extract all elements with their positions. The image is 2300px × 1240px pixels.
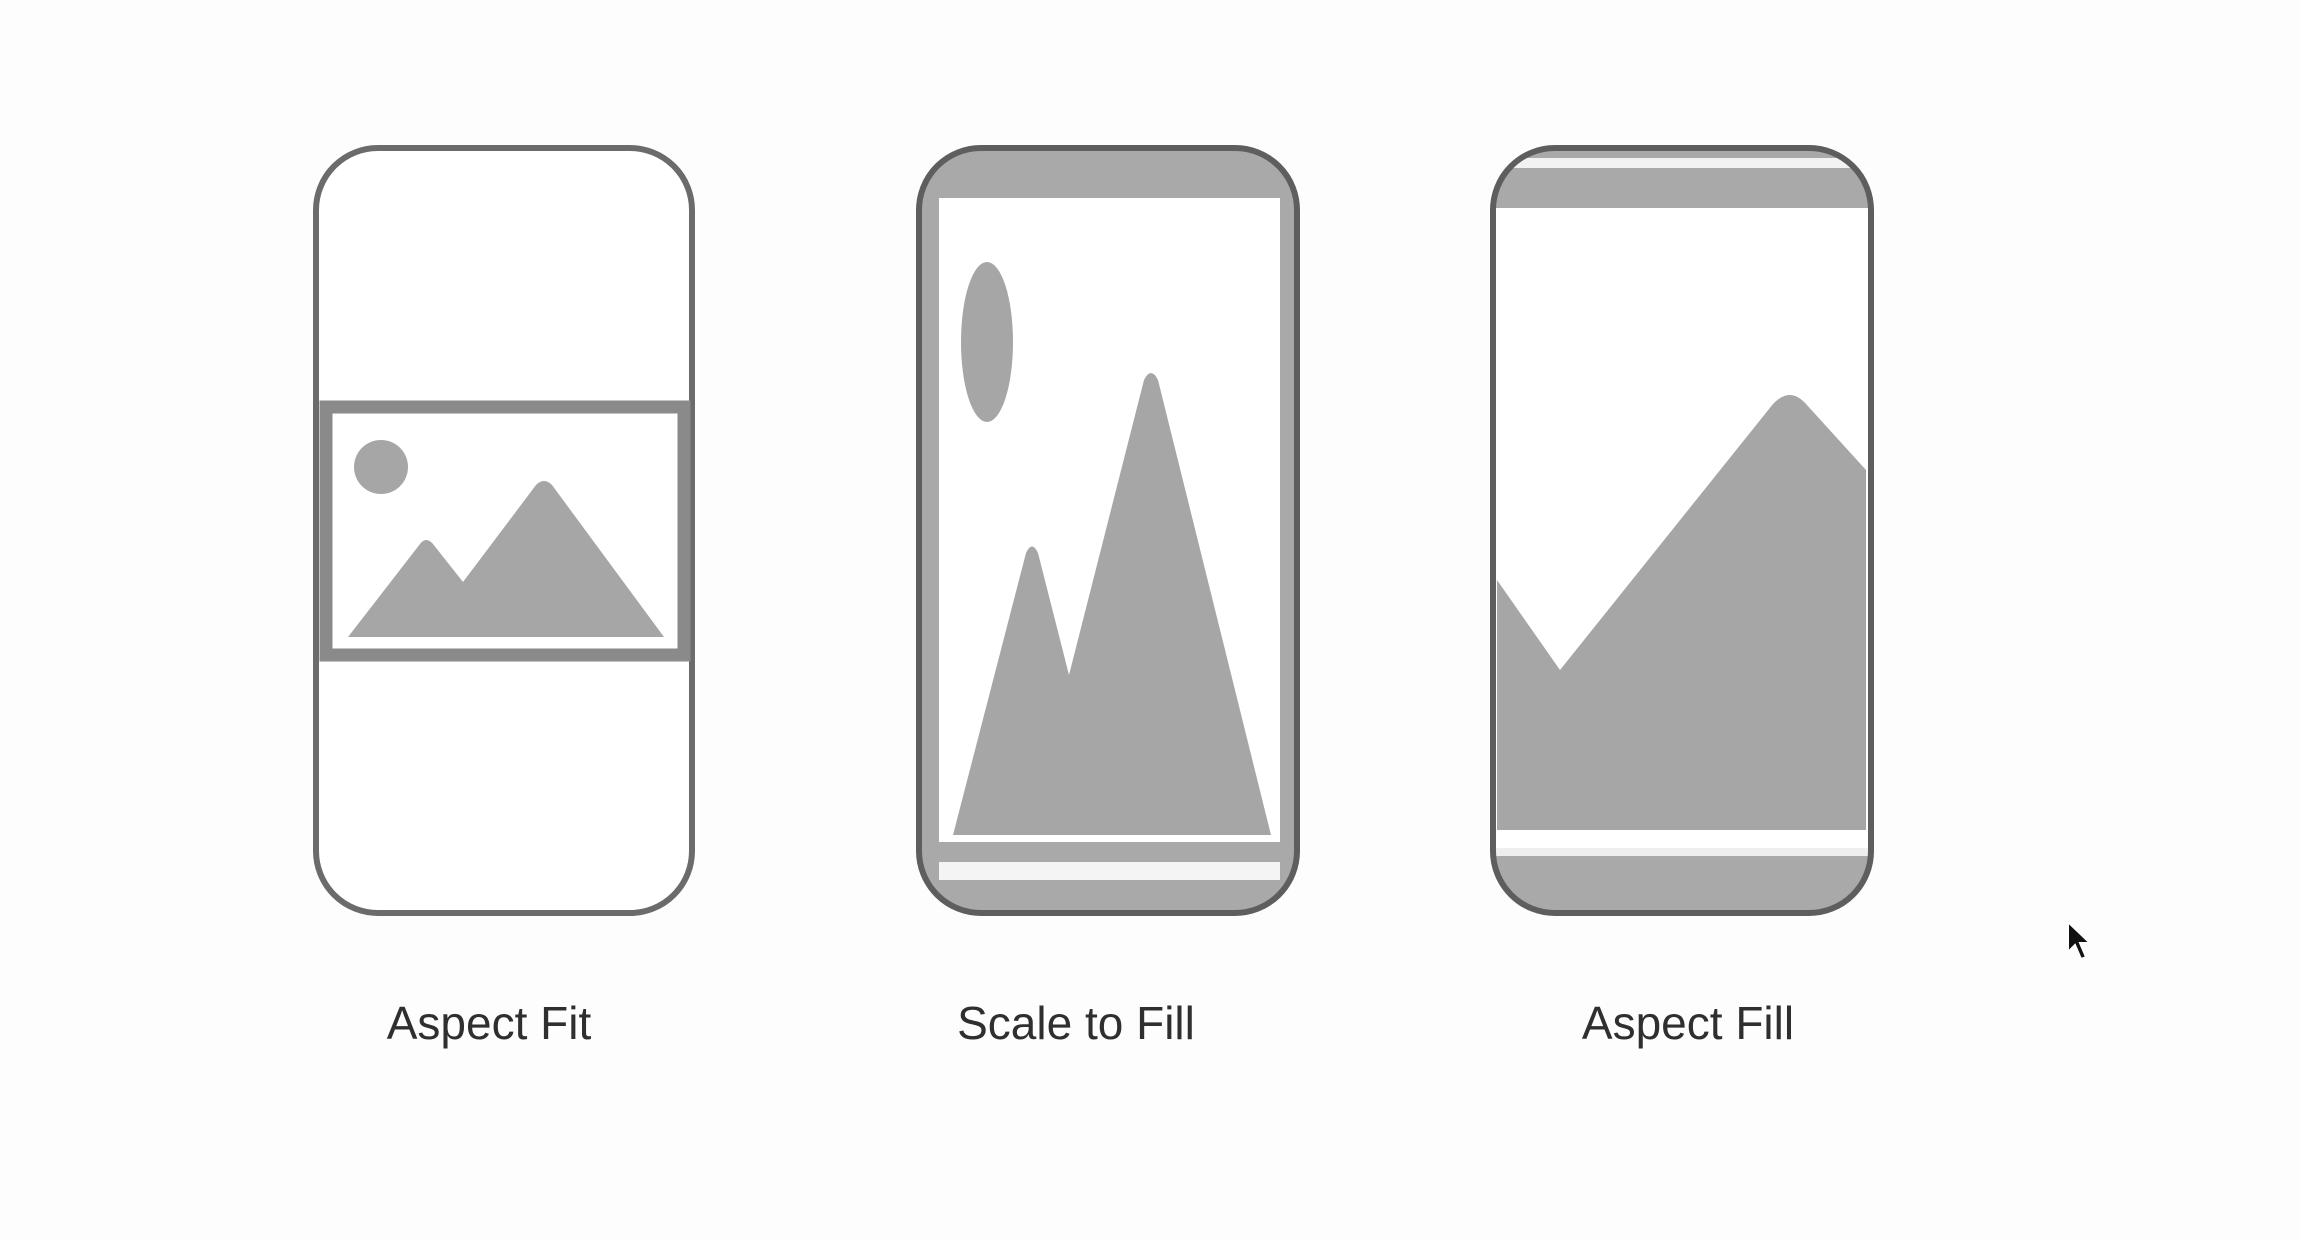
scale-to-fill-bottom-stripe <box>939 862 1280 880</box>
diagram-canvas <box>313 145 1874 916</box>
aspect-fit-sun-shape <box>354 440 408 494</box>
aspect-fill-phone <box>1490 145 1874 916</box>
scale-to-fill-phone <box>916 145 1300 916</box>
scale-to-fill-label: Scale to Fill <box>957 997 1195 1049</box>
aspect-fill-top-band <box>1493 148 1871 208</box>
aspect-fill-bottom-stripe-light <box>1493 830 1871 848</box>
scale-to-fill-sun-shape <box>961 262 1013 422</box>
aspect-fit-label: Aspect Fit <box>386 997 592 1049</box>
aspect-fit-image <box>319 400 691 662</box>
mouse-pointer-icon <box>2067 920 2093 961</box>
aspect-fill-top-stripe <box>1493 158 1871 168</box>
aspect-fill-label: Aspect Fill <box>1581 997 1795 1049</box>
aspect-fill-bottom-band <box>1493 856 1871 913</box>
aspect-fit-phone <box>313 145 695 916</box>
aspect-fill-bottom-stripe <box>1493 848 1871 856</box>
content-mode-diagram: Aspect Fit Scale to Fill Aspect Fill <box>0 0 2300 1240</box>
